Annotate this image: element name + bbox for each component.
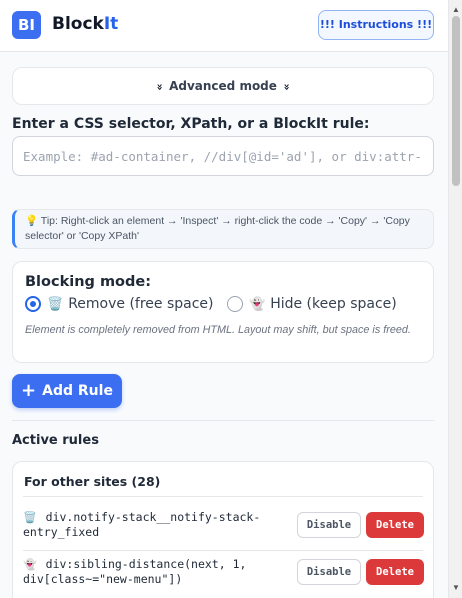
mode-option-remove[interactable]: 🗑️ Remove (free space) xyxy=(25,296,214,312)
brand-title: BlockIt xyxy=(52,14,118,34)
disable-button[interactable]: Disable xyxy=(297,559,361,585)
radio-hide[interactable] xyxy=(227,296,243,312)
chevron-down-icon: » xyxy=(280,83,294,91)
mode-option-label: Remove (free space) xyxy=(68,296,214,312)
rule-text: 🗑️ div.notify-stack__notify-stack-entry_… xyxy=(23,510,293,540)
logo-badge: BI xyxy=(12,11,41,39)
delete-button[interactable]: Delete xyxy=(366,512,424,538)
advanced-mode-toggle[interactable]: » Advanced mode» xyxy=(12,67,434,105)
selector-label: Enter a CSS selector, XPath, or a BlockI… xyxy=(12,116,370,132)
mode-option-label: Hide (keep space) xyxy=(270,296,397,312)
rule-row: 👻 div:sibling-distance(next, 1, div[clas… xyxy=(23,550,424,596)
mode-option-hide[interactable]: 👻 Hide (keep space) xyxy=(227,296,397,312)
blocking-mode-title: Blocking mode: xyxy=(25,274,152,290)
group-title: For other sites (28) xyxy=(24,474,161,489)
delete-button[interactable]: Delete xyxy=(366,559,424,585)
header: BI BlockIt !!! Instructions !!! xyxy=(0,0,448,52)
active-rules-title: Active rules xyxy=(12,433,99,448)
selector-input[interactable] xyxy=(12,136,434,176)
add-rule-label: Add Rule xyxy=(42,383,113,399)
disable-button[interactable]: Disable xyxy=(297,512,361,538)
ghost-icon: 👻 xyxy=(249,296,266,312)
blockit-popup: BI BlockIt !!! Instructions !!! » Advance… xyxy=(0,0,448,598)
scroll-up-icon[interactable]: ▲ xyxy=(451,4,461,16)
ghost-icon: 👻 xyxy=(23,558,37,571)
instructions-button[interactable]: !!! Instructions !!! xyxy=(318,10,434,40)
advanced-mode-label: Advanced mode xyxy=(169,79,277,93)
add-rule-button[interactable]: + Add Rule xyxy=(12,374,122,408)
scroll-down-icon[interactable]: ▼ xyxy=(451,582,461,594)
rules-card: For other sites (28) 🗑️ div.notify-stack… xyxy=(12,461,434,598)
tip-box: 💡 Tip: Right-click an element → 'Inspect… xyxy=(12,209,434,249)
brand-suffix: It xyxy=(103,14,119,34)
brand-prefix: Block xyxy=(52,14,104,34)
plus-icon: + xyxy=(21,380,37,401)
radio-remove[interactable] xyxy=(25,296,41,312)
divider xyxy=(12,420,434,421)
divider xyxy=(23,496,423,497)
rule-selector: div:sibling-distance(next, 1, div[class~… xyxy=(23,557,247,586)
trash-icon: 🗑️ xyxy=(47,296,64,312)
scrollbar[interactable]: ▲ ▼ xyxy=(448,0,462,598)
tip-text: 💡 Tip: Right-click an element → 'Inspect… xyxy=(25,215,410,242)
rule-row: 🗑️ div.notify-stack__notify-stack-entry_… xyxy=(23,504,424,550)
rule-text: 👻 div:sibling-distance(next, 1, div[clas… xyxy=(23,557,293,587)
chevron-down-icon: » xyxy=(153,83,167,91)
trash-icon: 🗑️ xyxy=(23,511,37,524)
scroll-thumb[interactable] xyxy=(452,16,460,186)
blocking-mode-card: Blocking mode: 🗑️ Remove (free space) 👻 … xyxy=(12,261,434,363)
mode-description: Element is completely removed from HTML.… xyxy=(25,324,411,336)
rule-selector: div.notify-stack__notify-stack-entry_fix… xyxy=(23,510,261,539)
